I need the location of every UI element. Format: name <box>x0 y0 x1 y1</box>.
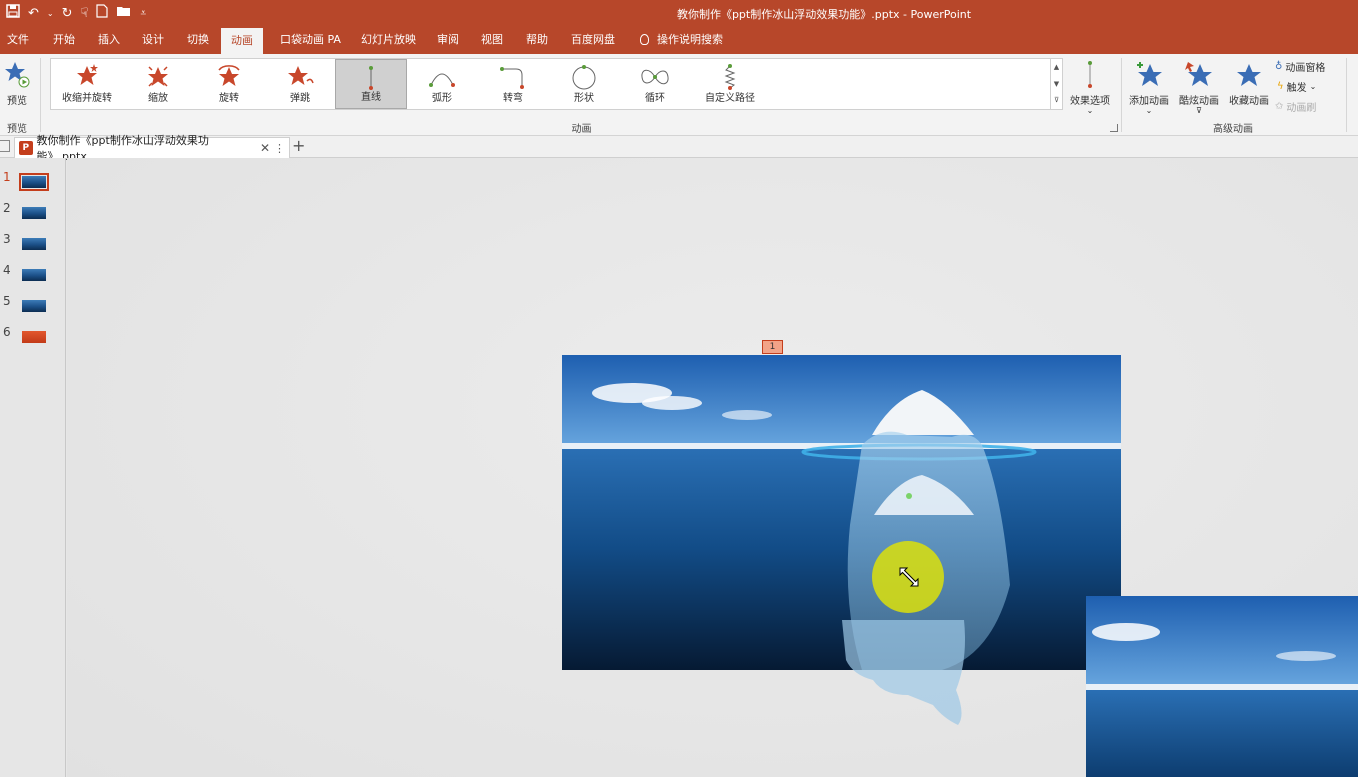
title-bar: ↶ ⌄ ↻ ☟ ⩡ 教你制作《ppt制作冰山浮动效果功能》.pptx - Pow… <box>0 0 1358 26</box>
tab-list-icon[interactable] <box>0 140 10 152</box>
animation-order-tag[interactable]: 1 <box>762 340 783 354</box>
animation-shape-path[interactable]: 形状 <box>548 59 620 109</box>
tab-pocket-animation[interactable]: 口袋动画 PA <box>278 26 343 54</box>
tab-insert[interactable]: 插入 <box>96 26 122 54</box>
trigger-dropdown-icon: ⌄ <box>1309 82 1317 91</box>
slide-thumbnail[interactable]: 5 <box>0 294 66 318</box>
animation-pane-icon: ♁ <box>1275 61 1283 72</box>
effect-options-dropdown-icon: ⌄ <box>1086 106 1094 115</box>
slide-preview-image <box>22 300 46 312</box>
document-tab[interactable]: P 教你制作《ppt制作冰山浮动效果功能》.pptx ✕ ⋮ <box>14 134 290 163</box>
slide-preview-image <box>22 269 46 281</box>
shrink-turn-star-icon <box>51 63 123 89</box>
tab-file[interactable]: 文件 <box>5 26 31 54</box>
effect-options-button[interactable]: 效果选项 ⌄ <box>1066 58 1114 115</box>
iceberg-bottom-overflow <box>842 620 965 725</box>
add-animation-star-icon <box>1134 58 1164 92</box>
animation-gallery: 收缩并旋转 缩放 旋转 弹跳 直线 弧形 转弯 形状 循环 自定义路径 ▲ ▼ … <box>50 58 1063 110</box>
shape-path-icon <box>548 63 620 91</box>
resize-cursor-icon <box>899 567 919 587</box>
effect-options-icon <box>1084 58 1096 92</box>
line-path-icon <box>336 64 406 92</box>
group-label-advanced-animation: 高级动画 <box>1213 124 1253 135</box>
trigger-button[interactable]: ϟ 触发 ⌄ <box>1277 79 1316 94</box>
gallery-scroll-down-icon[interactable]: ▼ <box>1051 76 1062 93</box>
ribbon-separator <box>40 58 41 132</box>
zoom-star-icon <box>122 63 194 89</box>
animation-spin[interactable]: 旋转 <box>193 59 265 109</box>
animation-arc-path[interactable]: 弧形 <box>406 59 478 109</box>
animation-loop-path[interactable]: 循环 <box>619 59 691 109</box>
tab-home[interactable]: 开始 <box>51 26 77 54</box>
slide-thumbnails-pane: 1 2 3 4 5 6 <box>0 158 66 777</box>
animation-zoom[interactable]: 缩放 <box>122 59 194 109</box>
new-tab-icon[interactable]: + <box>292 136 305 155</box>
turn-path-icon <box>477 63 549 91</box>
bounce-star-icon <box>264 63 336 89</box>
group-label-preview: 预览 <box>7 124 27 135</box>
slide-thumbnail[interactable]: 1 <box>0 170 66 194</box>
preview-star-icon <box>4 58 30 92</box>
slide-thumbnail[interactable]: 6 <box>0 325 66 349</box>
tell-me-search[interactable]: 操作说明搜索 <box>638 26 725 54</box>
trigger-lightning-icon: ϟ <box>1277 81 1284 92</box>
slide-thumbnail[interactable]: 4 <box>0 263 66 287</box>
gallery-scroll: ▲ ▼ ⊽ <box>1050 59 1062 109</box>
tell-me-label: 操作说明搜索 <box>657 33 723 46</box>
add-animation-dropdown-icon: ⌄ <box>1145 106 1153 115</box>
tab-design[interactable]: 设计 <box>140 26 166 54</box>
tab-menu-icon[interactable]: ⋮ <box>274 142 285 155</box>
slide-thumbnail[interactable]: 3 <box>0 232 66 256</box>
slide-preview-image <box>22 207 46 219</box>
cool-animation-dropdown-icon: ⊽ <box>1196 106 1202 115</box>
animation-shrink-turn[interactable]: 收缩并旋转 <box>51 59 123 109</box>
tab-slideshow[interactable]: 幻灯片放映 <box>359 26 418 54</box>
tab-review[interactable]: 审阅 <box>435 26 461 54</box>
animation-painter-button[interactable]: ✩ 动画刷 <box>1275 99 1316 114</box>
animation-pane-button[interactable]: ♁ 动画窗格 <box>1275 59 1325 74</box>
close-tab-icon[interactable]: ✕ <box>260 141 270 155</box>
loop-path-icon <box>619 63 691 91</box>
spin-star-icon <box>193 63 265 89</box>
slide-preview-image <box>19 173 49 191</box>
arc-path-icon <box>406 63 478 91</box>
ribbon-separator <box>1346 58 1347 132</box>
animation-painter-icon: ✩ <box>1275 101 1284 112</box>
tab-help[interactable]: 帮助 <box>524 26 550 54</box>
custom-path-icon <box>690 63 770 91</box>
slide-thumbnail[interactable]: 2 <box>0 201 66 225</box>
tab-view[interactable]: 视图 <box>479 26 505 54</box>
document-tab-bar: P 教你制作《ppt制作冰山浮动效果功能》.pptx ✕ ⋮ + <box>0 134 1358 163</box>
dialog-launcher-icon[interactable] <box>1110 124 1118 132</box>
tab-transitions[interactable]: 切换 <box>185 26 211 54</box>
cool-animation-star-icon <box>1184 58 1214 92</box>
cool-animation-button[interactable]: 酷炫动画 ⊽ <box>1176 58 1222 115</box>
favorite-animation-button[interactable]: 收藏动画 <box>1226 58 1272 107</box>
window-title: 教你制作《ppt制作冰山浮动效果功能》.pptx - PowerPoint <box>676 8 972 21</box>
ribbon: 预览 预览 收缩并旋转 缩放 旋转 弹跳 直线 弧形 转弯 形状 循环 自定义路… <box>0 54 1358 136</box>
tab-baidu-netdisk[interactable]: 百度网盘 <box>569 26 617 54</box>
animation-turn-path[interactable]: 转弯 <box>477 59 549 109</box>
powerpoint-file-icon: P <box>19 141 33 155</box>
gallery-scroll-up-icon[interactable]: ▲ <box>1051 59 1062 76</box>
second-slide-preview[interactable] <box>1086 596 1358 777</box>
animation-bounce[interactable]: 弹跳 <box>264 59 336 109</box>
favorite-animation-star-icon <box>1234 58 1264 92</box>
add-animation-button[interactable]: 添加动画 ⌄ <box>1127 58 1171 115</box>
preview-button[interactable]: 预览 <box>3 58 31 107</box>
gallery-more-icon[interactable]: ⊽ <box>1051 92 1062 109</box>
tab-animations[interactable]: 动画 <box>221 28 263 54</box>
slide-preview-image <box>22 238 46 250</box>
slide-preview-image <box>22 331 46 343</box>
ribbon-tabs: 文件 开始 插入 设计 切换 动画 口袋动画 PA 幻灯片放映 审阅 视图 帮助… <box>0 26 1358 54</box>
animation-custom-path[interactable]: 自定义路径 <box>690 59 770 109</box>
animation-line-path[interactable]: 直线 <box>335 59 407 109</box>
lightbulb-icon <box>640 34 649 45</box>
